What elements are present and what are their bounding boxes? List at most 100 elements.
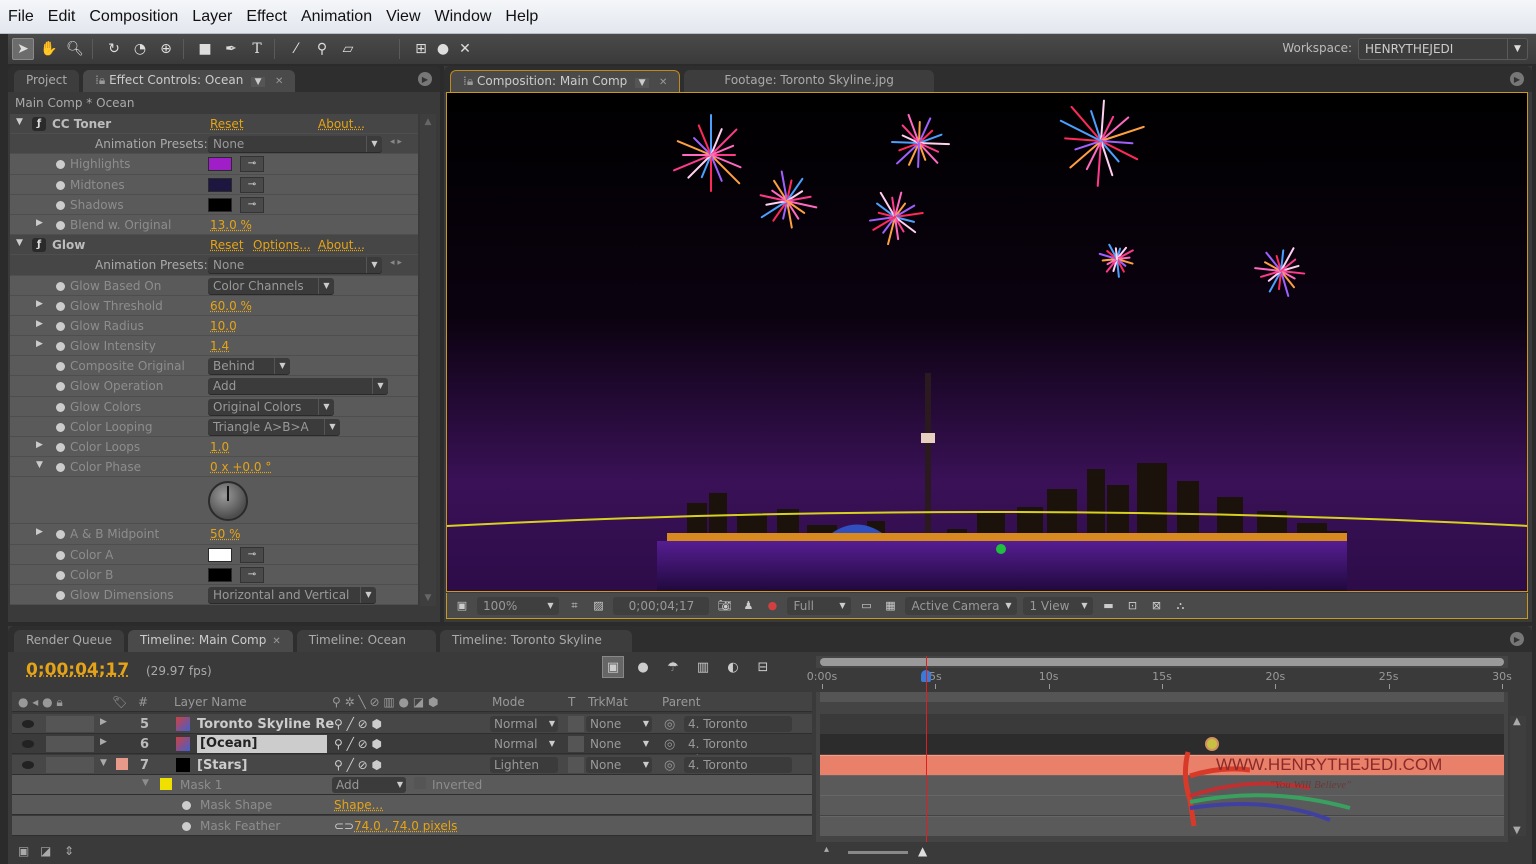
stopwatch-icon[interactable]	[56, 342, 65, 352]
about-link[interactable]: About...	[318, 238, 365, 252]
property-dropdown[interactable]: Horizontal and Vertical ▼	[208, 586, 376, 603]
layer-row[interactable]: ▼ 7 [Stars] ⚲ ╱ ⊘ ⬢ Lighten None ◎ 4. Toronto S…	[12, 754, 812, 789]
eyedropper-icon[interactable]: ⊸	[240, 156, 264, 173]
scrollbar[interactable]: ▲ ▼	[420, 114, 436, 606]
mode-dropdown[interactable]: Normal	[490, 736, 558, 753]
tab-timeline-toronto-skyline[interactable]: Timeline: Toronto Skyline	[440, 630, 632, 652]
switch-box[interactable]	[62, 736, 78, 753]
mode-dropdown[interactable]: Lighten	[490, 756, 558, 789]
preset-nav-icon[interactable]: ◂ ▸	[390, 137, 402, 147]
stopwatch-icon[interactable]	[56, 200, 65, 210]
menu-window[interactable]: Window	[435, 8, 492, 26]
fx-toggle-icon[interactable]: ƒ	[32, 238, 46, 253]
layer-name[interactable]: [Stars]	[197, 758, 247, 773]
visibility-eye-icon[interactable]	[22, 740, 34, 749]
stopwatch-icon[interactable]	[56, 281, 65, 291]
trkmat-dropdown[interactable]: None	[586, 756, 652, 773]
property-value[interactable]: 1.0	[210, 440, 229, 454]
visibility-eye-icon[interactable]	[22, 720, 34, 728]
flowchart-icon[interactable]: ⛬	[1171, 597, 1189, 615]
switch-box[interactable]	[46, 736, 62, 753]
options-link[interactable]: Options...	[253, 238, 311, 252]
property-dropdown[interactable]: Original Colors ▼	[208, 398, 334, 415]
anchor-point-icon[interactable]	[996, 544, 1006, 554]
preserve-transparency-checkbox[interactable]	[568, 756, 584, 773]
twirl-right-icon[interactable]: ▶	[100, 737, 107, 747]
frame-blending-icon[interactable]: ▥	[692, 656, 714, 678]
live-update-icon[interactable]: ▣	[602, 656, 624, 678]
column-number[interactable]: #	[138, 695, 148, 709]
layer-name[interactable]: Toronto Skyline Re	[197, 717, 334, 732]
rotation-tool-icon[interactable]: ↻	[103, 38, 125, 60]
chevron-down-icon[interactable]: ▼	[251, 77, 266, 87]
stopwatch-icon[interactable]	[56, 402, 65, 412]
magnification-dropdown[interactable]: 100% ▼	[477, 596, 560, 615]
eyedropper-icon[interactable]: ⊸	[240, 196, 264, 213]
fx-toggle-icon[interactable]: ƒ	[32, 117, 46, 131]
time-graph[interactable]: 0:00s 5s 10s 15s 20s 25s 30s	[807, 656, 1512, 842]
motion-blur-icon[interactable]: ◐	[722, 656, 744, 678]
preserve-transparency-checkbox[interactable]	[568, 736, 584, 753]
pick-whip-icon[interactable]: ◎	[664, 717, 675, 732]
property-dropdown[interactable]: Behind ▼	[208, 358, 290, 375]
stopwatch-icon[interactable]	[56, 443, 65, 452]
property-dropdown[interactable]: Triangle A>B>A ▼	[208, 418, 340, 435]
menu-effect[interactable]: Effect	[246, 8, 287, 26]
parent-dropdown[interactable]: 4. Toronto Sky	[684, 756, 792, 789]
twirl-right-icon[interactable]: ▶	[36, 339, 43, 349]
twirl-right-icon[interactable]: ▶	[36, 299, 43, 309]
stopwatch-icon[interactable]	[56, 590, 65, 600]
camera-dropdown[interactable]: Active Camera ▼	[905, 596, 1018, 615]
switch-box[interactable]	[46, 756, 62, 773]
switch-box[interactable]	[62, 716, 78, 732]
safe-zones-icon[interactable]: ⌗	[565, 597, 583, 615]
zoom-in-icon[interactable]: ▲	[918, 844, 927, 858]
rectangle-mask-tool-icon[interactable]: ■	[194, 38, 216, 60]
angle-dial[interactable]	[208, 481, 248, 522]
trkmat-dropdown[interactable]: None	[586, 716, 652, 732]
world-axis-mode-icon[interactable]: ●	[432, 38, 454, 60]
type-tool-icon[interactable]: T	[246, 38, 268, 60]
work-area-bar[interactable]	[820, 692, 1504, 702]
stopwatch-icon[interactable]	[56, 463, 65, 473]
eyedropper-icon[interactable]: ⊸	[240, 546, 264, 563]
inverted-checkbox[interactable]	[414, 776, 426, 789]
pick-whip-icon[interactable]: ◎	[664, 737, 675, 752]
color-swatch[interactable]	[208, 567, 232, 582]
stopwatch-icon[interactable]	[56, 301, 65, 311]
twirl-down-icon[interactable]: ▼	[16, 117, 23, 127]
color-swatch[interactable]	[208, 177, 232, 192]
mask-property-value[interactable]: Shape...	[334, 798, 383, 812]
time-navigator[interactable]	[820, 658, 1504, 666]
column-parent[interactable]: Parent	[662, 695, 700, 709]
panel-menu-icon[interactable]: ▶	[1510, 632, 1524, 646]
transparency-grid-icon[interactable]: ▦	[881, 597, 899, 615]
menu-animation[interactable]: Animation	[301, 8, 372, 26]
column-t[interactable]: T	[568, 695, 575, 709]
draft-3d-icon[interactable]: ●	[632, 656, 654, 678]
menu-view[interactable]: View	[386, 8, 420, 26]
twirl-right-icon[interactable]: ▶	[100, 717, 107, 727]
preset-nav-icon[interactable]: ◂ ▸	[390, 258, 402, 268]
eyedropper-icon[interactable]: ⊸	[240, 566, 264, 583]
effect-header-cc-toner[interactable]: ▼ ƒ CC Toner Reset About...	[10, 114, 418, 135]
region-of-interest-icon[interactable]: ▭	[857, 597, 875, 615]
selection-tool-icon[interactable]: ➤	[12, 38, 34, 60]
hide-shy-layers-icon[interactable]: ☂	[662, 656, 684, 678]
parent-dropdown[interactable]: 4. Toronto Sky	[684, 736, 792, 768]
switch-box[interactable]	[78, 736, 94, 753]
stopwatch-icon[interactable]	[56, 422, 65, 432]
stopwatch-icon[interactable]	[56, 180, 65, 190]
pan-behind-tool-icon[interactable]: ⊕	[155, 38, 177, 60]
tab-timeline-main-comp[interactable]: Timeline: Main Comp ✕	[127, 630, 293, 652]
mask-name[interactable]: Mask 1	[180, 778, 222, 792]
about-link[interactable]: About...	[318, 117, 365, 131]
layer-row[interactable]: ▶ 6 [Ocean] ⚲ ╱ ⊘ ⬢ Normal None ◎ 4. Toronto Sk…	[12, 734, 812, 768]
mask-visibility-icon[interactable]: ▨	[589, 597, 607, 615]
scroll-up-icon[interactable]: ▲	[420, 114, 436, 130]
resolution-dropdown[interactable]: Full ▼	[787, 596, 852, 615]
stopwatch-icon[interactable]	[56, 160, 65, 170]
layer-switches[interactable]: ⚲ ╱ ⊘ ⬢	[334, 758, 382, 772]
expand-modes-icon[interactable]: ◪	[40, 844, 51, 858]
eyedropper-icon[interactable]: ⊸	[240, 176, 264, 193]
